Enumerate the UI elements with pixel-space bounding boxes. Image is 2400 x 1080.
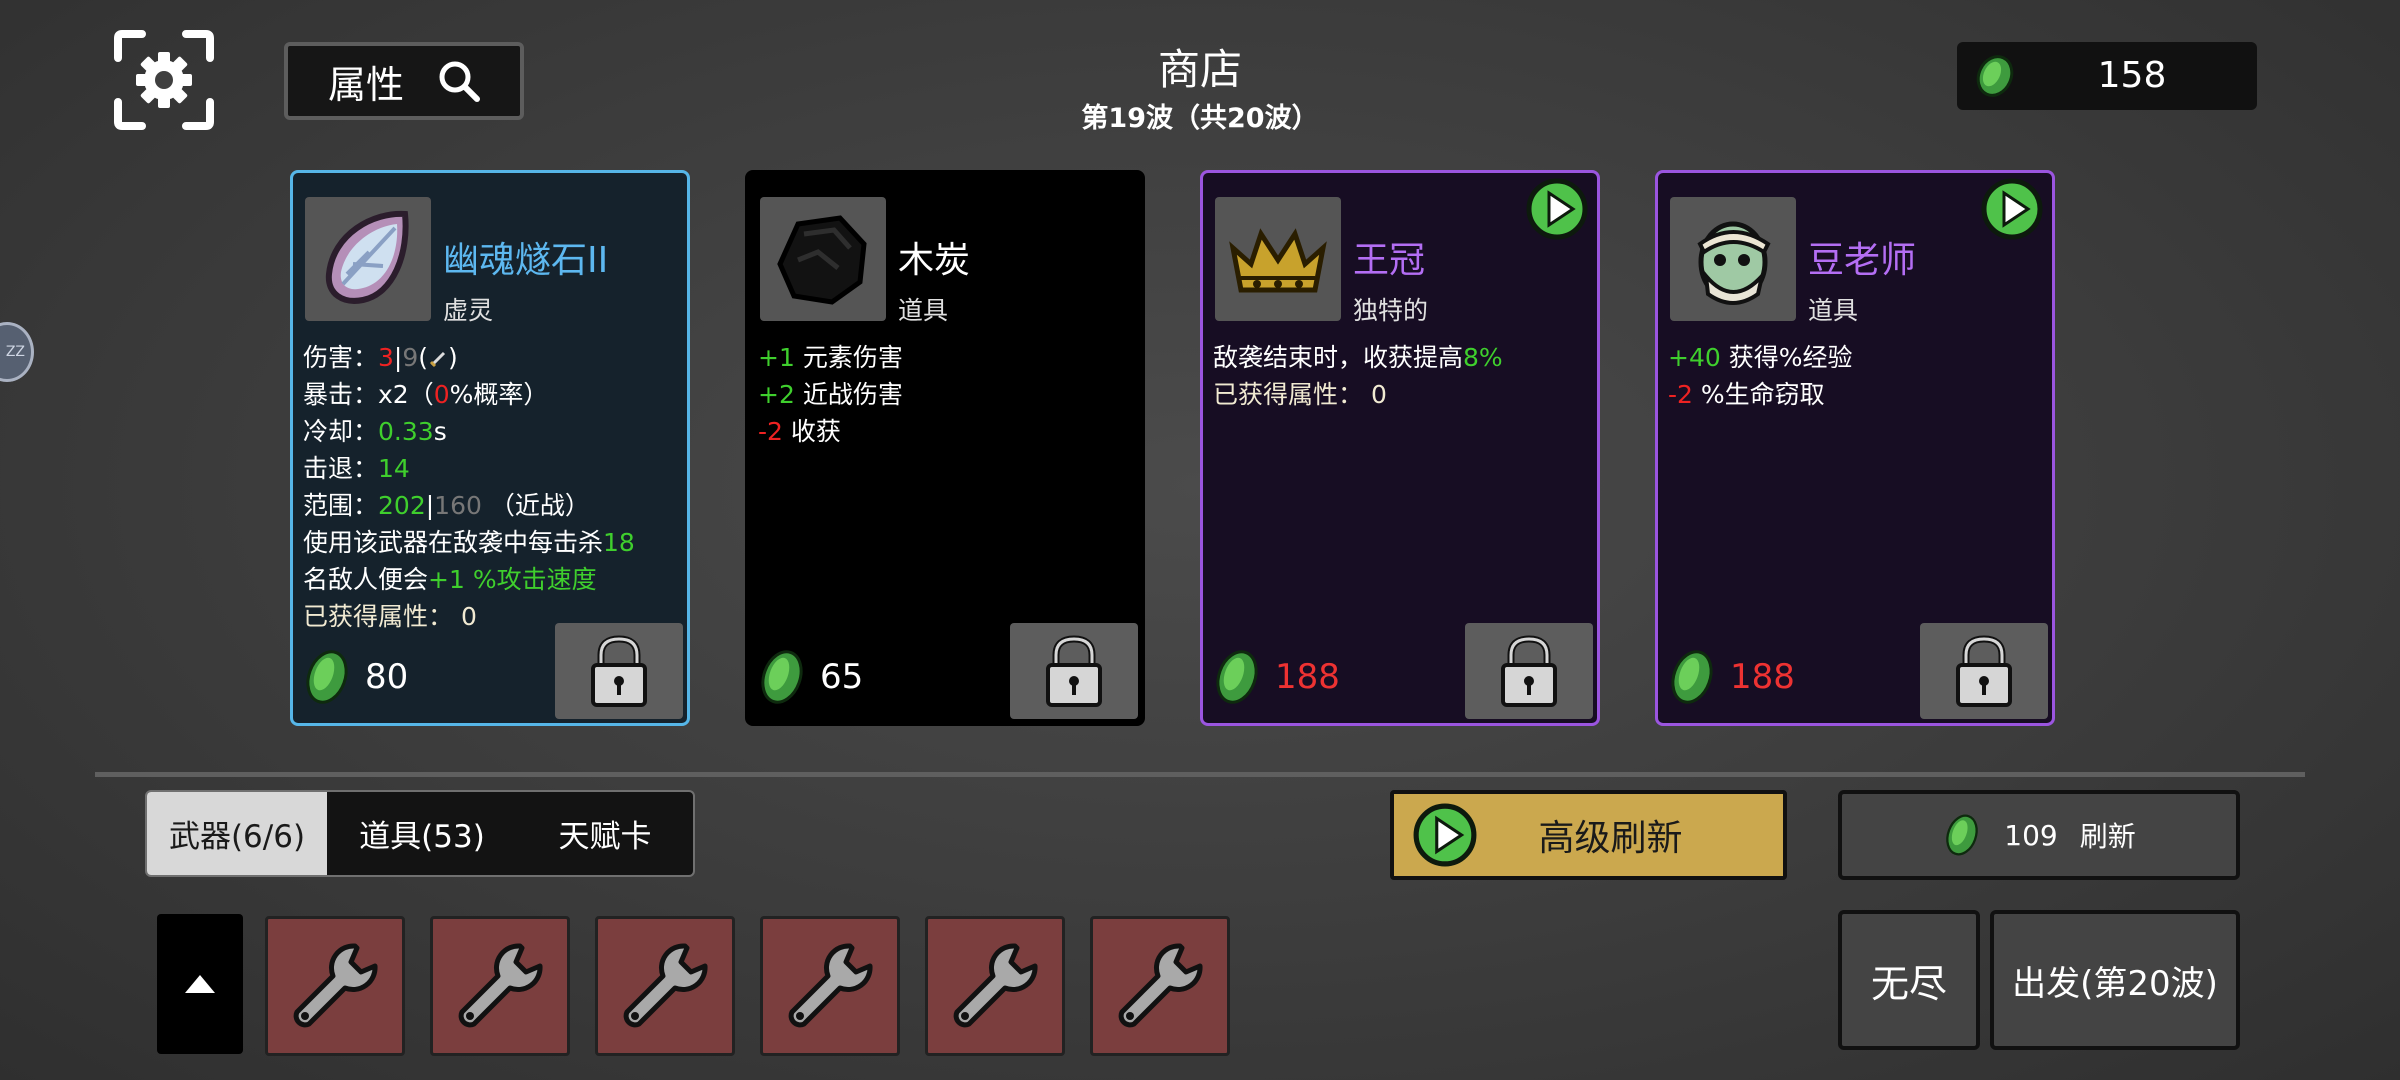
item-type: 虚灵 [443, 296, 494, 325]
wrench-icon [293, 943, 378, 1028]
lock-icon [591, 635, 647, 707]
wrench-icon [953, 943, 1038, 1028]
coin-icon [761, 650, 803, 704]
crown-icon [1229, 228, 1327, 293]
money-value: 158 [2097, 55, 2167, 96]
side-bubble[interactable]: ZZ [0, 322, 34, 382]
endless-button[interactable]: 无尽 [1838, 910, 1980, 1050]
lock-icon [1501, 635, 1557, 707]
lock-button[interactable] [555, 623, 683, 719]
item-name: 豆老师 [1808, 240, 1917, 281]
item-name: 王冠 [1353, 240, 1426, 281]
lock-icon [1046, 635, 1102, 707]
sword-icon [429, 351, 446, 368]
divider [95, 772, 2305, 777]
shop-card-1[interactable]: 幽魂燧石II 虚灵 伤害：3|9() 暴击：x2（0%概率） 冷却：0.33s … [290, 170, 690, 726]
weapon-slot[interactable] [595, 916, 735, 1056]
item-price: 80 [301, 647, 408, 707]
play-icon [1413, 803, 1477, 867]
item-image [305, 197, 431, 321]
play-icon[interactable] [1525, 177, 1589, 241]
inventory-tabs: 武器(6/6) 道具(53) 天赋卡 [145, 790, 695, 877]
advanced-refresh-button[interactable]: 高级刷新 [1390, 790, 1787, 880]
item-image [1670, 197, 1796, 321]
wrench-icon [788, 943, 873, 1028]
shop-card-4[interactable]: 豆老师 道具 +40 获得%经验 -2 %生命窃取 188 [1655, 170, 2055, 726]
lock-button[interactable] [1920, 623, 2048, 719]
item-stats: +1 元素伤害 +2 近战伤害 -2 收获 [758, 343, 903, 446]
coin-icon [306, 650, 348, 704]
weapon-slot[interactable] [265, 916, 405, 1056]
item-type: 道具 [1808, 296, 1859, 325]
weapon-slot[interactable] [925, 916, 1065, 1056]
coin-icon [1216, 650, 1258, 704]
collapse-button[interactable] [157, 914, 243, 1054]
item-image [760, 197, 886, 321]
tab-items[interactable]: 道具(53) [327, 792, 517, 875]
refresh-cost: 109 [2004, 818, 2058, 852]
shop-card-2[interactable]: 木炭 道具 +1 元素伤害 +2 近战伤害 -2 收获 65 [745, 170, 1145, 726]
item-price: 65 [756, 647, 863, 707]
item-price: 188 [1211, 647, 1340, 707]
item-stats: +40 获得%经验 -2 %生命窃取 [1668, 343, 1853, 409]
item-stats: 伤害：3|9() 暴击：x2（0%概率） 冷却：0.33s 击退：14 范围：2… [303, 343, 635, 631]
wrench-icon [1118, 943, 1203, 1028]
refresh-label: 刷新 [2079, 820, 2136, 853]
charcoal-icon [777, 215, 867, 305]
item-name: 幽魂燧石II [443, 240, 609, 281]
item-price: 188 [1666, 647, 1795, 707]
weapon-slot[interactable] [760, 916, 900, 1056]
item-stats: 敌袭结束时，收获提高8% 已获得属性： 0 [1213, 343, 1503, 409]
coin-icon [1976, 55, 2014, 97]
arrow-up-icon [185, 975, 215, 993]
lock-button[interactable] [1010, 623, 1138, 719]
tab-talent-cards[interactable]: 天赋卡 [517, 792, 693, 875]
lock-icon [1956, 635, 2012, 707]
flint-icon [325, 210, 409, 304]
wrench-icon [623, 943, 708, 1028]
item-type: 独特的 [1353, 296, 1429, 325]
weapon-slot[interactable] [430, 916, 570, 1056]
refresh-button[interactable]: 109 刷新 [1838, 790, 2240, 880]
coin-icon [1946, 814, 1979, 856]
item-image [1215, 197, 1341, 321]
item-name: 木炭 [898, 240, 971, 281]
item-type: 道具 [898, 296, 949, 325]
advanced-refresh-label: 高级刷新 [1538, 818, 1683, 859]
lock-button[interactable] [1465, 623, 1593, 719]
play-icon[interactable] [1980, 177, 2044, 241]
teacher-face-icon [1697, 221, 1771, 305]
money-display: 158 [1957, 42, 2257, 110]
shop-card-3[interactable]: 王冠 独特的 敌袭结束时，收获提高8% 已获得属性： 0 188 [1200, 170, 1600, 726]
tab-weapons[interactable]: 武器(6/6) [147, 792, 327, 875]
weapon-slot[interactable] [1090, 916, 1230, 1056]
wrench-icon [458, 943, 543, 1028]
depart-button[interactable]: 出发(第20波) [1990, 910, 2240, 1050]
coin-icon [1671, 650, 1713, 704]
